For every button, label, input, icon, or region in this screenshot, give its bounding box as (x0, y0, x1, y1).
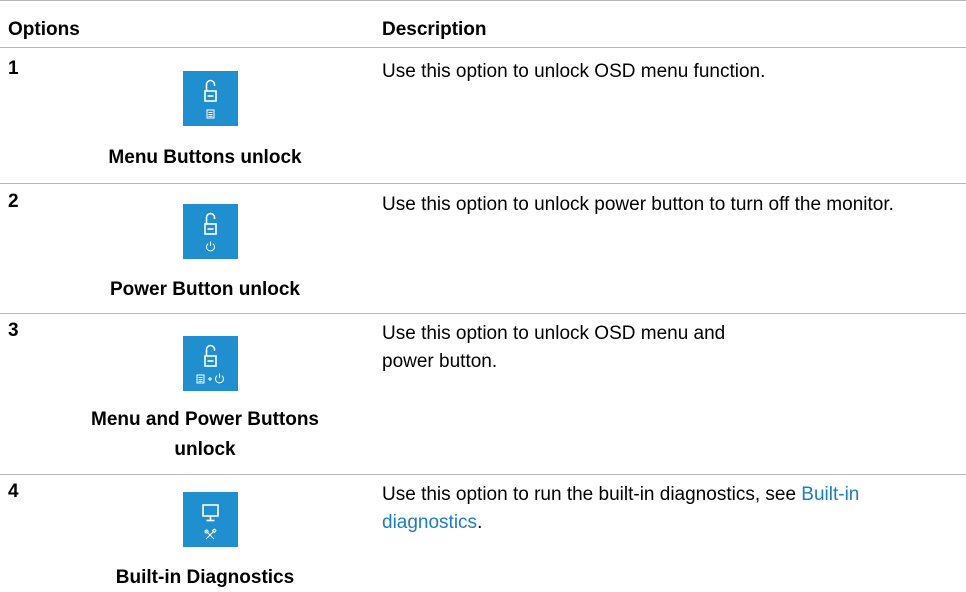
row-caption: Power Button unlock (110, 279, 300, 300)
row-caption: Menu Buttons unlock (108, 147, 302, 168)
row-description-text: Use this option to run the built-in diag… (382, 484, 802, 505)
header-rule (0, 47, 966, 48)
row-number: 4 (8, 481, 19, 502)
row-description: Use this option to unlock OSD menu funct… (382, 61, 766, 82)
row-description: Use this option to run the built-in diag… (382, 481, 942, 537)
header-description: Description (382, 19, 487, 40)
row-caption-line1: Menu and Power Buttons (91, 409, 319, 430)
row-number: 1 (8, 58, 19, 79)
row-description: Use this option to unlock OSD menu and p… (382, 323, 726, 372)
table-top-rule (0, 0, 966, 1)
lock-open-power-icon (183, 204, 238, 259)
monitor-tools-icon (183, 492, 238, 547)
row-caption-line2: unlock (174, 439, 236, 460)
row-number: 2 (8, 191, 19, 212)
lock-open-menu-power-icon (183, 336, 238, 391)
lock-open-menu-icon (183, 71, 238, 126)
row-rule (0, 183, 966, 184)
row-rule (0, 313, 966, 314)
row-rule (0, 474, 966, 475)
row-description-suffix: . (477, 512, 483, 533)
header-options: Options (8, 19, 80, 40)
row-number: 3 (8, 320, 19, 341)
row-description: Use this option to unlock power button t… (382, 194, 894, 215)
